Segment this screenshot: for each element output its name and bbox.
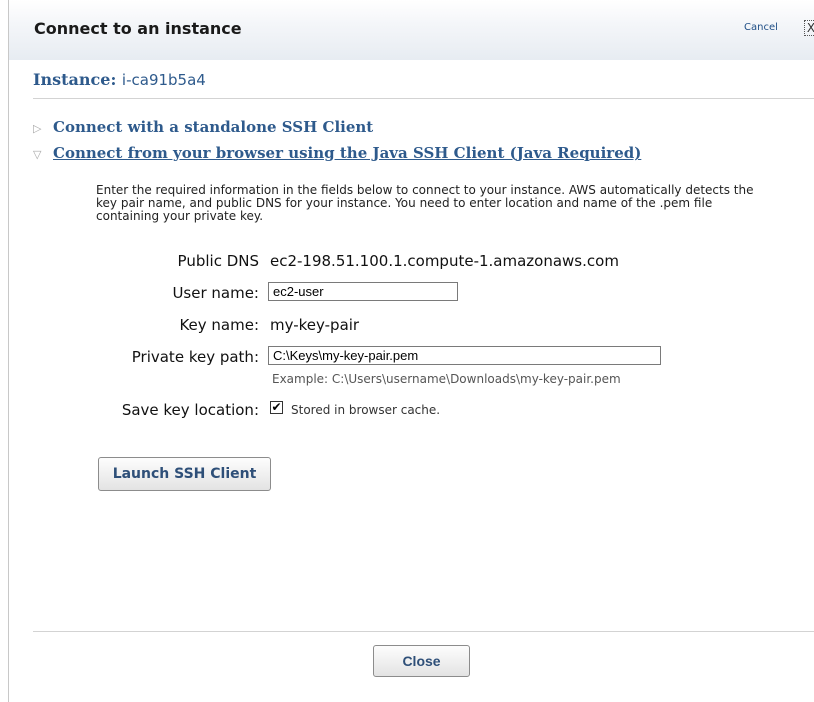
- save-key-checkbox-text: Stored in browser cache.: [291, 403, 441, 417]
- private-key-path-input[interactable]: [268, 346, 661, 365]
- section-standalone-ssh[interactable]: ▷ Connect with a standalone SSH Client: [33, 118, 373, 136]
- close-icon[interactable]: X: [804, 20, 814, 36]
- footer-divider: [33, 631, 814, 632]
- instance-heading: Instance: i-ca91b5a4: [33, 70, 206, 89]
- public-dns-value: ec2-198.51.100.1.compute-1.amazonaws.com: [270, 252, 619, 270]
- section-java-ssh[interactable]: ▽ Connect from your browser using the Jav…: [33, 144, 641, 162]
- dialog-left-border: [8, 0, 9, 702]
- divider: [33, 98, 814, 99]
- dialog-header: Connect to an instance Cancel X: [9, 0, 814, 60]
- dialog-title: Connect to an instance: [34, 19, 242, 38]
- instance-id: i-ca91b5a4: [121, 71, 206, 89]
- instructions-text: Enter the required information in the fi…: [96, 183, 754, 223]
- key-name-value: my-key-pair: [270, 316, 360, 334]
- save-key-location-label: Save key location:: [121, 401, 259, 419]
- section-label: Connect from your browser using the Java…: [53, 144, 642, 162]
- expand-arrow-icon: ▷: [33, 122, 42, 135]
- close-button[interactable]: Close: [373, 645, 470, 677]
- private-key-path-label: Private key path:: [131, 348, 259, 366]
- collapse-arrow-icon: ▽: [33, 148, 42, 161]
- cancel-link[interactable]: Cancel: [744, 22, 778, 33]
- save-key-checkbox[interactable]: ✔: [270, 401, 283, 414]
- launch-ssh-client-button[interactable]: Launch SSH Client: [98, 457, 271, 491]
- key-name-label: Key name:: [179, 316, 259, 334]
- instance-label: Instance:: [33, 70, 117, 89]
- user-name-input[interactable]: [268, 282, 458, 301]
- public-dns-label: Public DNS: [177, 252, 259, 270]
- private-key-example: Example: C:\Users\username\Downloads\my-…: [272, 372, 621, 386]
- section-label: Connect with a standalone SSH Client: [53, 118, 374, 136]
- user-name-label: User name:: [172, 284, 259, 302]
